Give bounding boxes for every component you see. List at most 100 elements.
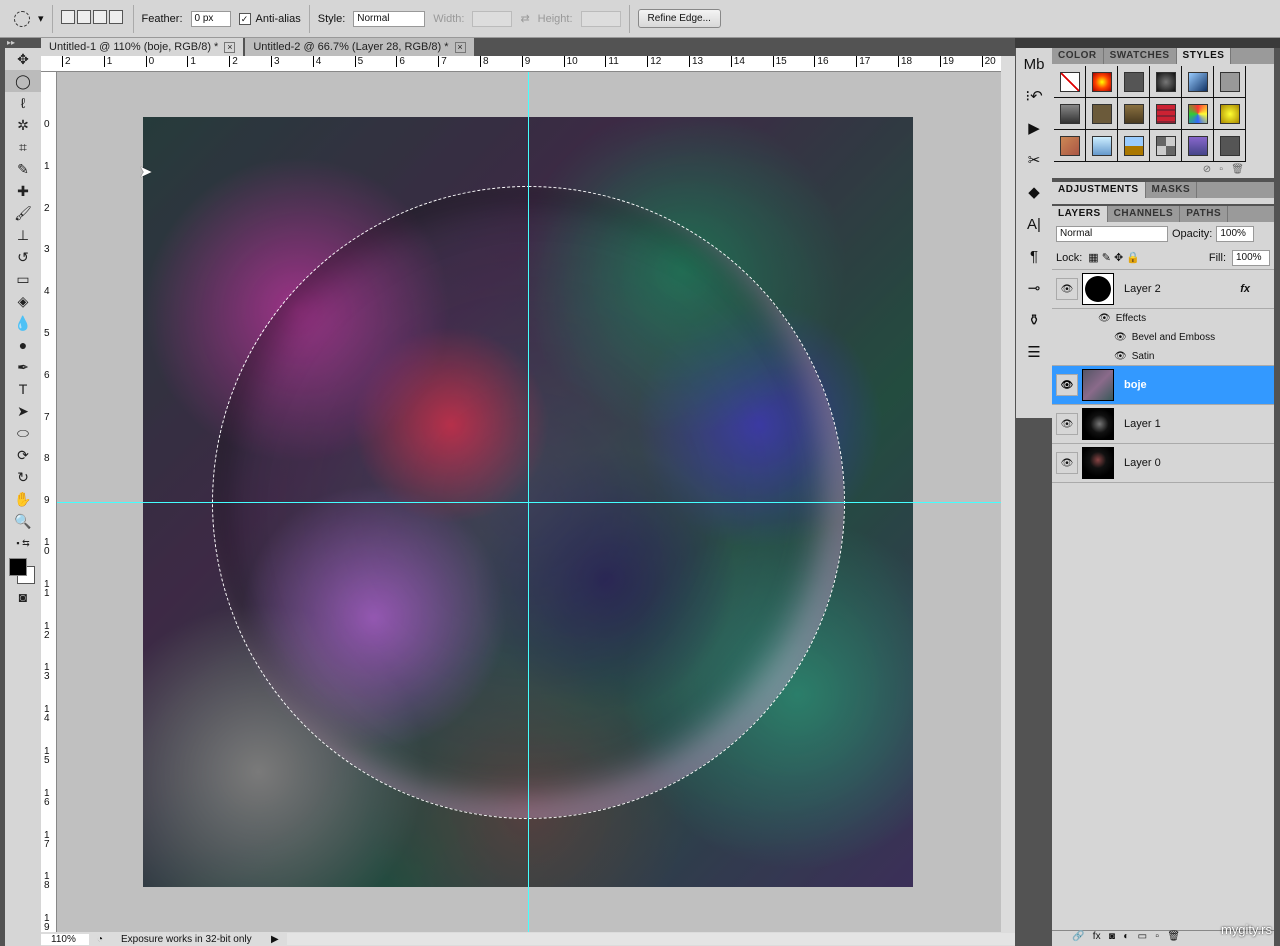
status-menu-icon[interactable]: ◔ (89, 934, 111, 945)
tab-untitled-1[interactable]: Untitled-1 @ 110% (boje, RGB/8) * × (41, 38, 244, 56)
color-swatches[interactable] (5, 554, 41, 586)
style-swatch[interactable] (1054, 98, 1086, 130)
quick-mask-icon[interactable]: ◙ (5, 586, 41, 608)
style-swatch[interactable] (1054, 66, 1086, 98)
tab-untitled-2[interactable]: Untitled-2 @ 66.7% (Layer 28, RGB/8) * × (245, 38, 474, 56)
style-swatch[interactable] (1150, 130, 1182, 162)
style-swatch[interactable] (1214, 130, 1246, 162)
eraser-tool-icon[interactable]: ▭ (5, 268, 41, 290)
eye-icon[interactable]: 👁 (1098, 313, 1111, 324)
horizontal-scrollbar[interactable] (286, 933, 1015, 945)
ruler-vertical[interactable]: 0 1 2 3 4 5 6 7 8 9 10 11 12 13 14 15 16 17 18 19 (41, 72, 57, 933)
width-input[interactable] (472, 10, 513, 27)
tab-paths[interactable]: PATHS (1180, 206, 1229, 222)
layer-row[interactable]: 👁 boje (1052, 366, 1274, 405)
eye-icon[interactable]: 👁 (1056, 452, 1078, 474)
fx-icon[interactable]: fx (1240, 283, 1250, 295)
collapse-icon[interactable]: ▸▸ (5, 38, 41, 48)
selection-mode-buttons[interactable] (60, 10, 125, 27)
tab-layers[interactable]: LAYERS (1052, 206, 1108, 222)
style-swatch[interactable] (1086, 66, 1118, 98)
eyedropper-tool-icon[interactable]: ✎ (5, 158, 41, 180)
actions-icon[interactable]: ▶ (1016, 112, 1052, 144)
style-swatch[interactable] (1182, 66, 1214, 98)
dropdown-arrow-icon[interactable]: ▾ (38, 12, 44, 25)
refine-edge-button[interactable]: Refine Edge... (637, 9, 721, 28)
effect-row[interactable]: 👁 Bevel and Emboss (1052, 328, 1274, 347)
style-swatch[interactable] (1086, 130, 1118, 162)
layer-row[interactable]: 👁 Layer 0 (1052, 444, 1274, 483)
tab-adjustments[interactable]: ADJUSTMENTS (1052, 182, 1146, 198)
lasso-tool-icon[interactable]: ℓ (5, 92, 41, 114)
paint-bucket-tool-icon[interactable]: ◈ (5, 290, 41, 312)
eye-icon[interactable]: 👁 (1114, 332, 1127, 343)
tab-channels[interactable]: CHANNELS (1108, 206, 1181, 222)
style-swatch[interactable] (1118, 98, 1150, 130)
clone-stamp-tool-icon[interactable]: ⊥ (5, 224, 41, 246)
hand-tool-icon[interactable]: ✋ (5, 488, 41, 510)
style-swatch[interactable] (1118, 130, 1150, 162)
style-swatch[interactable] (1054, 130, 1086, 162)
3d-rotate-tool-icon[interactable]: ⟳ (5, 444, 41, 466)
magic-wand-tool-icon[interactable]: ✲ (5, 114, 41, 136)
effect-row[interactable]: 👁 Satin (1052, 347, 1274, 366)
swap-icon[interactable]: ⇄ (520, 12, 529, 25)
clone-source-icon[interactable]: ⚱ (1016, 304, 1052, 336)
style-swatch[interactable] (1182, 130, 1214, 162)
eye-icon[interactable]: 👁 (1114, 351, 1127, 362)
layer-comps-icon[interactable]: ☰ (1016, 336, 1052, 368)
tab-masks[interactable]: MASKS (1146, 182, 1198, 198)
move-tool-icon[interactable]: ✥ (5, 48, 41, 70)
layer-row[interactable]: 👁 Layer 2 fx (1052, 270, 1274, 309)
3d-icon[interactable]: ◆ (1016, 176, 1052, 208)
height-input[interactable] (580, 10, 621, 27)
history-brush-tool-icon[interactable]: ↺ (5, 246, 41, 268)
history-icon[interactable]: ⁝↶ (1016, 80, 1052, 112)
pen-tool-icon[interactable]: ✒ (5, 356, 41, 378)
horizontal-guide[interactable] (57, 502, 1001, 503)
antialias-checkbox[interactable]: ✓ Anti-alias (238, 12, 301, 25)
healing-brush-tool-icon[interactable]: ✚ (5, 180, 41, 202)
status-arrow-icon[interactable]: ▶ (271, 934, 279, 945)
tab-color[interactable]: COLOR (1052, 48, 1104, 64)
effects-row[interactable]: 👁 Effects (1052, 309, 1274, 328)
blend-mode-select[interactable]: Normal (1056, 226, 1168, 242)
tab-swatches[interactable]: SWATCHES (1104, 48, 1177, 64)
zoom-tool-icon[interactable]: 🔍 (5, 510, 41, 532)
close-icon[interactable]: × (224, 41, 236, 53)
style-swatch[interactable] (1214, 98, 1246, 130)
elliptical-marquee-preset-icon[interactable] (14, 10, 30, 27)
character-icon[interactable]: A| (1016, 208, 1052, 240)
style-panel-footer-icons[interactable]: ⊘ ▫ 🗑 (1052, 164, 1274, 175)
layer-row[interactable]: 👁 Layer 1 (1052, 405, 1274, 444)
path-selection-tool-icon[interactable]: ➤ (5, 400, 41, 422)
mini-bridge-icon[interactable]: Mb (1016, 48, 1052, 80)
brush-presets-icon[interactable]: ⊸ (1016, 272, 1052, 304)
vertical-scrollbar[interactable] (1001, 56, 1015, 932)
close-icon[interactable]: × (454, 41, 466, 53)
style-swatch[interactable] (1150, 66, 1182, 98)
elliptical-marquee-tool-icon[interactable]: ◯ (5, 70, 41, 92)
ellipse-tool-icon[interactable]: ⬭ (5, 422, 41, 444)
opacity-input[interactable]: 100% (1216, 226, 1255, 242)
panel-dock-header[interactable] (1015, 38, 1280, 48)
swap-colors-icon[interactable]: ▪ ⇆ (5, 532, 41, 554)
style-swatch[interactable] (1182, 98, 1214, 130)
eye-icon[interactable]: 👁 (1056, 374, 1078, 396)
style-swatch[interactable] (1214, 66, 1246, 98)
crop-tool-icon[interactable]: ⌗ (5, 136, 41, 158)
tool-presets-icon[interactable]: ✂ (1016, 144, 1052, 176)
eye-icon[interactable]: 👁 (1056, 413, 1078, 435)
style-swatch[interactable] (1086, 98, 1118, 130)
3d-orbit-tool-icon[interactable]: ↻ (5, 466, 41, 488)
style-swatch[interactable] (1150, 98, 1182, 130)
ruler-horizontal[interactable]: 2 1 0 1 2 3 4 5 6 7 8 9 10 11 12 13 14 15 16 17 18 19 20 (41, 56, 1001, 72)
dodge-tool-icon[interactable]: ● (5, 334, 41, 356)
brush-tool-icon[interactable]: 🖌 (5, 202, 41, 224)
type-tool-icon[interactable]: T (5, 378, 41, 400)
feather-input[interactable]: 0 px (190, 10, 231, 27)
style-select[interactable]: Normal (353, 10, 426, 27)
paragraph-icon[interactable]: ¶ (1016, 240, 1052, 272)
fill-input[interactable]: 100% (1232, 249, 1270, 266)
zoom-level[interactable]: 110% (41, 933, 89, 945)
